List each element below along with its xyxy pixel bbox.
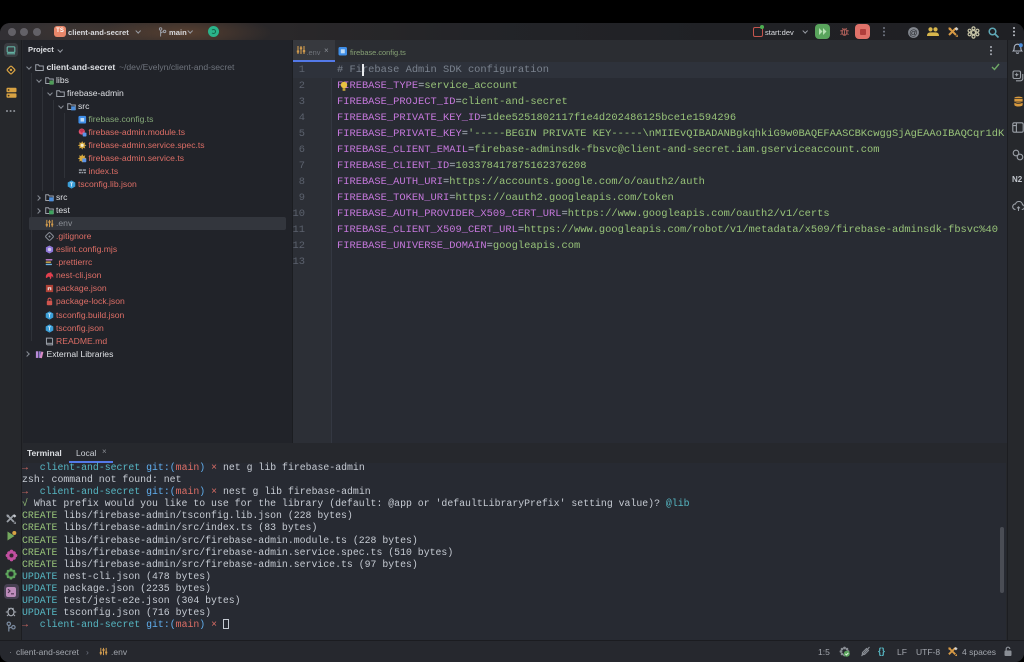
svg-text:@: @ [909, 27, 918, 37]
